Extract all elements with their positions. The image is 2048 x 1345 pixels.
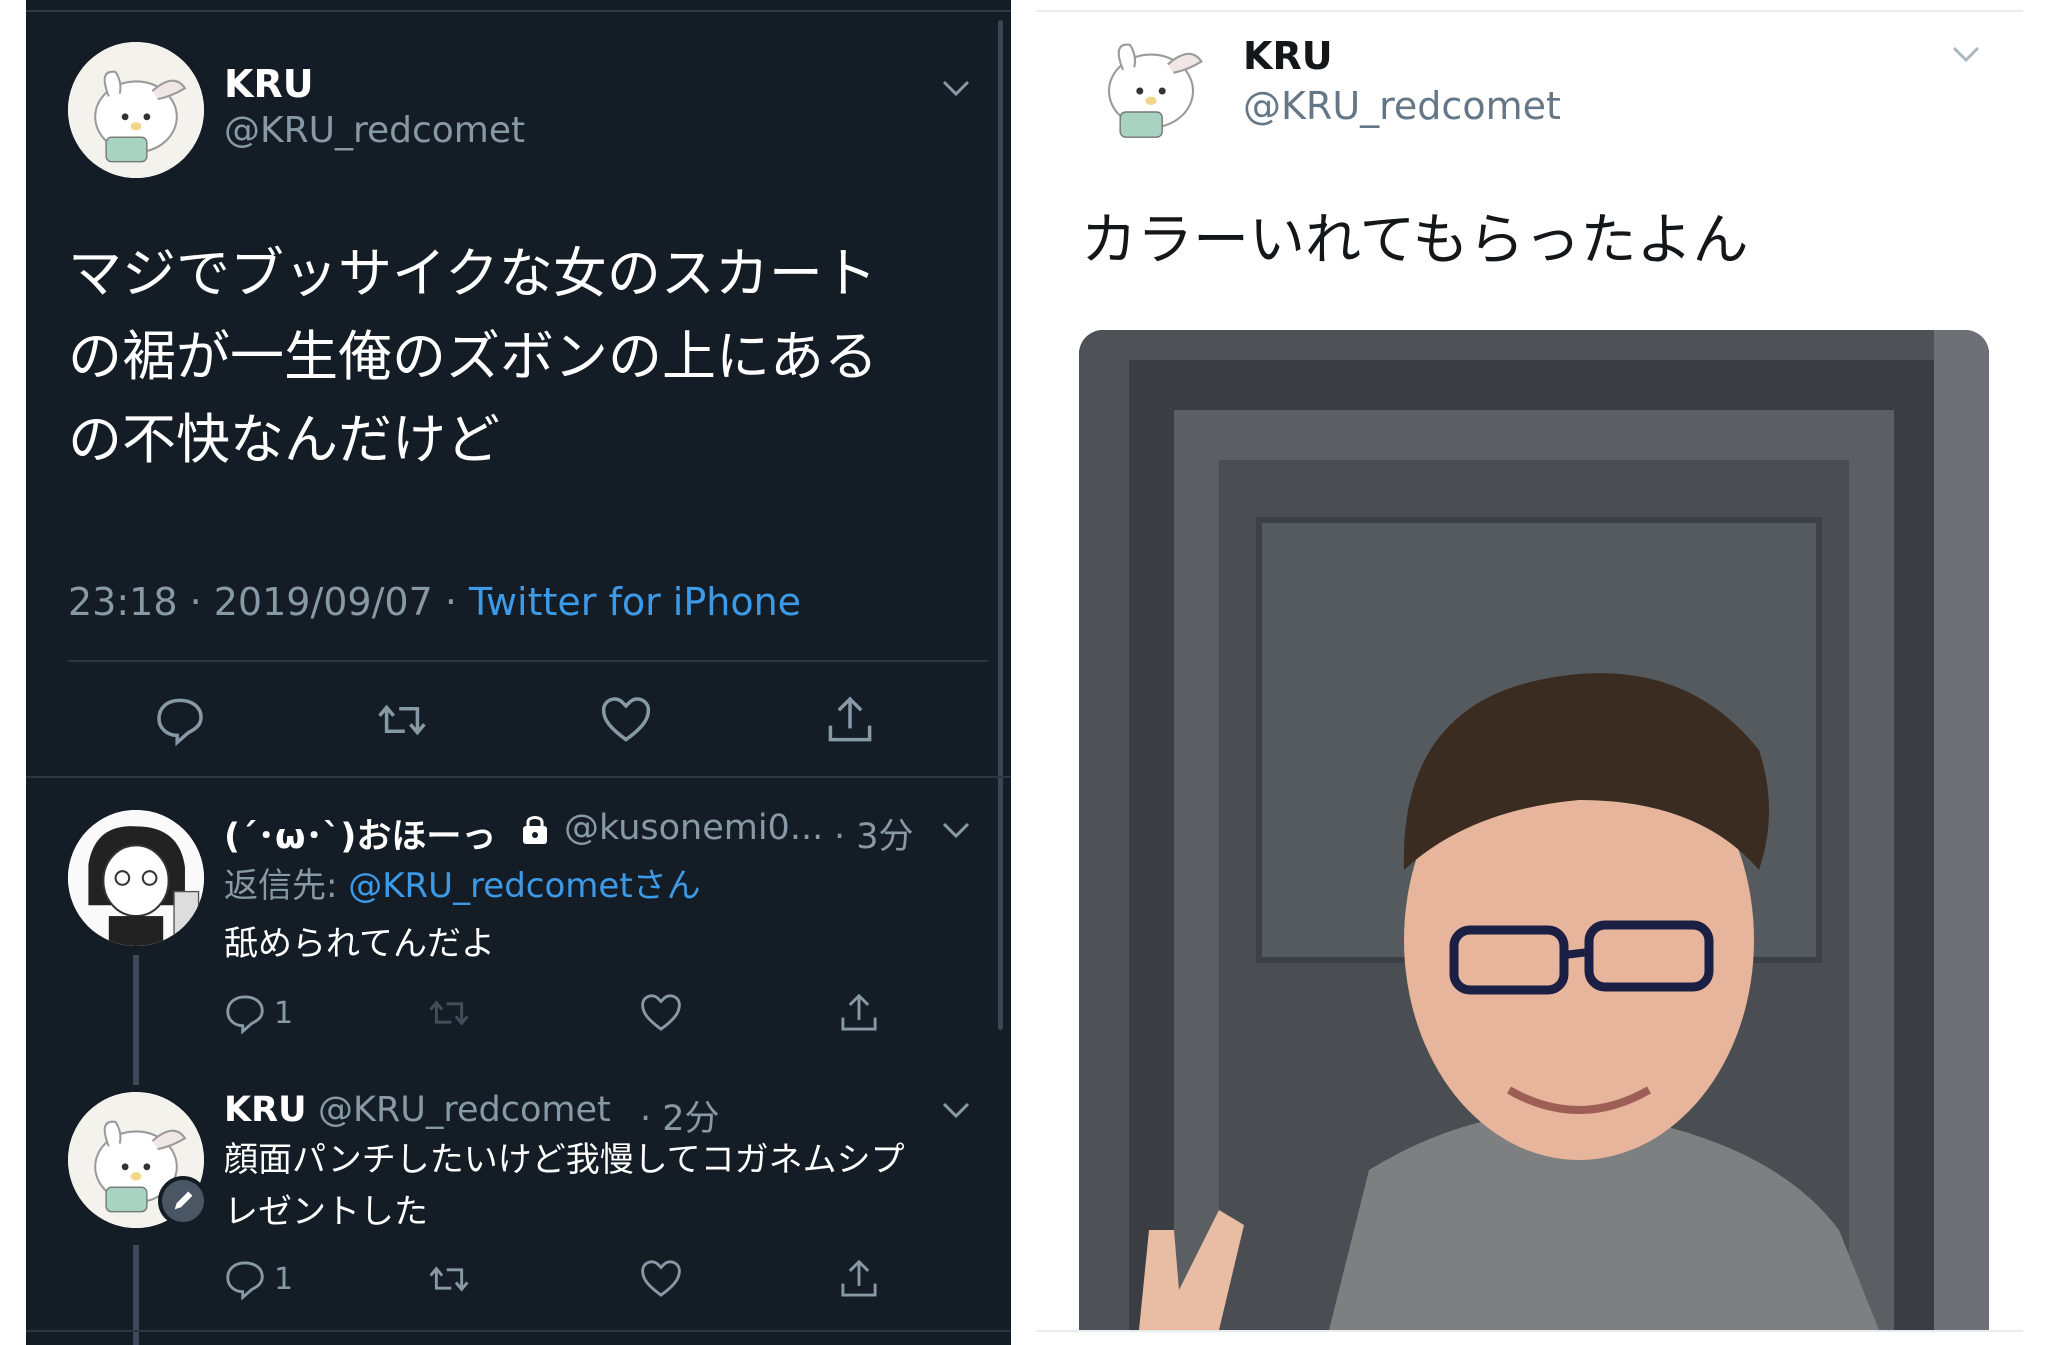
reply-to-label: 返信先: xyxy=(224,866,349,906)
top-divider xyxy=(1036,10,2023,12)
reply-text: 舐められてんだよ xyxy=(224,924,495,964)
light-tweet-panel: KRU @KRU_redcomet カラーいれてもらったよん xyxy=(1011,0,2048,1345)
avatar-illustration xyxy=(1081,14,1221,154)
avatar-illustration xyxy=(68,810,204,946)
reply-author-name[interactable]: KRU xyxy=(224,1090,307,1130)
tweet-line: マジでブッサイクな女のスカート xyxy=(68,242,877,305)
like-icon[interactable] xyxy=(638,990,684,1036)
lock-icon xyxy=(520,812,550,846)
reply-icon[interactable] xyxy=(222,1256,268,1302)
divider xyxy=(26,1330,1011,1332)
reply-icon[interactable] xyxy=(222,990,268,1036)
reply-text: 顔面パンチしたいけど我慢してコガネムシプ レゼントした xyxy=(224,1134,905,1238)
chevron-down-icon[interactable] xyxy=(941,78,971,98)
share-icon[interactable] xyxy=(836,1256,882,1302)
author-name[interactable]: KRU xyxy=(1243,34,1333,78)
tweet-text: カラーいれてもらったよん xyxy=(1081,208,1749,273)
tweet-text: マジでブッサイクな女のスカート の裾が一生俺のズボンの上にある の不快なんだけど xyxy=(68,232,878,481)
bottom-divider xyxy=(1036,1330,2023,1332)
avatar[interactable] xyxy=(68,810,204,946)
reply-time: · 3分 xyxy=(834,817,914,857)
chevron-down-icon[interactable] xyxy=(1951,44,1981,64)
author-handle[interactable]: @KRU_redcomet xyxy=(1243,84,1561,128)
thread-line xyxy=(133,955,139,1085)
tweet-meta: 23:18 · 2019/09/07 · Twitter for iPhone xyxy=(68,580,801,624)
avatar[interactable] xyxy=(1081,14,1221,154)
share-icon[interactable] xyxy=(836,990,882,1036)
share-icon[interactable] xyxy=(822,692,878,748)
reply-count: 1 xyxy=(274,996,294,1031)
photo-illustration xyxy=(1079,330,1989,1330)
tweet-photo[interactable] xyxy=(1079,330,1989,1330)
divider xyxy=(68,660,988,662)
reply-line-text: 顔面パンチしたいけど我慢してコガネムシプ xyxy=(224,1140,905,1180)
tweet-line: の不快なんだけど xyxy=(68,408,500,471)
chevron-down-icon[interactable] xyxy=(941,820,971,840)
top-divider xyxy=(26,10,1011,12)
pencil-badge-icon xyxy=(158,1176,208,1226)
reply-author-handle[interactable]: @KRU_redcomet xyxy=(318,1090,611,1130)
scrollbar[interactable] xyxy=(998,20,1003,1030)
divider xyxy=(26,776,1011,778)
reply-author-name[interactable]: (´･ω･`)おほーっ xyxy=(224,808,496,859)
avatar[interactable] xyxy=(68,42,204,178)
reply-to: 返信先: @KRU_redcometさん xyxy=(224,858,701,907)
chevron-down-icon[interactable] xyxy=(941,1100,971,1120)
dark-tweet-panel: KRU @KRU_redcomet マジでブッサイクな女のスカート の裾が一生俺… xyxy=(26,0,1011,1345)
timestamp: 23:18 · 2019/09/07 · xyxy=(68,580,470,624)
reply-to-handle[interactable]: @KRU_redcometさん xyxy=(348,866,700,906)
like-icon[interactable] xyxy=(598,692,654,748)
retweet-icon[interactable] xyxy=(374,692,430,748)
source-link[interactable]: Twitter for iPhone xyxy=(469,580,801,624)
retweet-icon xyxy=(426,990,472,1036)
reply-author-handle[interactable]: @kusonemi0... xyxy=(564,808,823,848)
tweet-line: の裾が一生俺のズボンの上にある xyxy=(68,325,878,388)
avatar-illustration xyxy=(68,42,204,178)
reply-line-text: レゼントした xyxy=(224,1192,428,1232)
author-handle[interactable]: @KRU_redcomet xyxy=(224,110,525,151)
reply-count: 1 xyxy=(274,1262,294,1297)
like-icon[interactable] xyxy=(638,1256,684,1302)
reply-icon[interactable] xyxy=(152,692,208,748)
retweet-icon[interactable] xyxy=(426,1256,472,1302)
author-name[interactable]: KRU xyxy=(224,62,314,106)
